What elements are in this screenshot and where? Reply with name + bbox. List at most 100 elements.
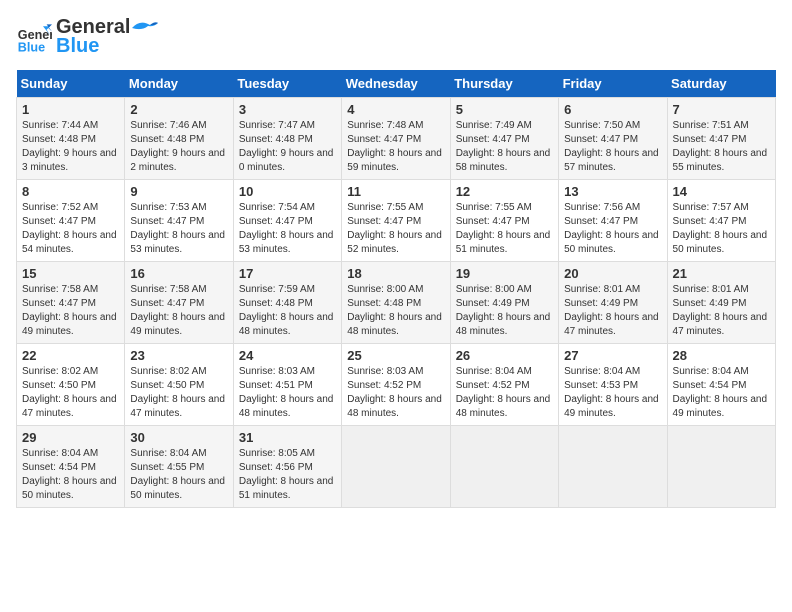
day-number: 20 [564, 266, 661, 281]
day-number: 15 [22, 266, 119, 281]
day-cell: 8 Sunrise: 7:52 AM Sunset: 4:47 PM Dayli… [17, 180, 125, 262]
day-detail: Sunrise: 7:55 AM Sunset: 4:47 PM Dayligh… [347, 201, 444, 257]
week-row-3: 15 Sunrise: 7:58 AM Sunset: 4:47 PM Dayl… [17, 262, 776, 344]
day-number: 13 [564, 184, 661, 199]
day-detail: Sunrise: 8:04 AM Sunset: 4:54 PM Dayligh… [673, 365, 770, 421]
day-detail: Sunrise: 7:54 AM Sunset: 4:47 PM Dayligh… [239, 201, 336, 257]
calendar-table: SundayMondayTuesdayWednesdayThursdayFrid… [16, 70, 776, 508]
day-cell: 15 Sunrise: 7:58 AM Sunset: 4:47 PM Dayl… [17, 262, 125, 344]
day-cell: 28 Sunrise: 8:04 AM Sunset: 4:54 PM Dayl… [667, 344, 775, 426]
logo: General Blue General Blue [16, 16, 160, 58]
day-cell: 2 Sunrise: 7:46 AM Sunset: 4:48 PM Dayli… [125, 98, 233, 180]
day-detail: Sunrise: 7:49 AM Sunset: 4:47 PM Dayligh… [456, 119, 553, 175]
day-header-sunday: Sunday [17, 70, 125, 98]
day-number: 6 [564, 102, 661, 117]
day-number: 28 [673, 348, 770, 363]
day-header-saturday: Saturday [667, 70, 775, 98]
day-detail: Sunrise: 8:00 AM Sunset: 4:48 PM Dayligh… [347, 283, 444, 339]
day-cell: 13 Sunrise: 7:56 AM Sunset: 4:47 PM Dayl… [559, 180, 667, 262]
day-detail: Sunrise: 7:48 AM Sunset: 4:47 PM Dayligh… [347, 119, 444, 175]
day-number: 2 [130, 102, 227, 117]
day-cell: 30 Sunrise: 8:04 AM Sunset: 4:55 PM Dayl… [125, 426, 233, 508]
day-cell [559, 426, 667, 508]
day-number: 3 [239, 102, 336, 117]
day-cell: 20 Sunrise: 8:01 AM Sunset: 4:49 PM Dayl… [559, 262, 667, 344]
page-header: General Blue General Blue [16, 16, 776, 58]
day-number: 9 [130, 184, 227, 199]
day-detail: Sunrise: 8:03 AM Sunset: 4:51 PM Dayligh… [239, 365, 336, 421]
day-detail: Sunrise: 8:04 AM Sunset: 4:53 PM Dayligh… [564, 365, 661, 421]
day-number: 25 [347, 348, 444, 363]
days-header-row: SundayMondayTuesdayWednesdayThursdayFrid… [17, 70, 776, 98]
day-header-thursday: Thursday [450, 70, 558, 98]
day-detail: Sunrise: 8:04 AM Sunset: 4:52 PM Dayligh… [456, 365, 553, 421]
day-number: 19 [456, 266, 553, 281]
day-cell: 31 Sunrise: 8:05 AM Sunset: 4:56 PM Dayl… [233, 426, 341, 508]
day-cell: 10 Sunrise: 7:54 AM Sunset: 4:47 PM Dayl… [233, 180, 341, 262]
day-cell: 4 Sunrise: 7:48 AM Sunset: 4:47 PM Dayli… [342, 98, 450, 180]
day-number: 31 [239, 430, 336, 445]
day-detail: Sunrise: 8:02 AM Sunset: 4:50 PM Dayligh… [130, 365, 227, 421]
day-detail: Sunrise: 7:46 AM Sunset: 4:48 PM Dayligh… [130, 119, 227, 175]
day-detail: Sunrise: 8:00 AM Sunset: 4:49 PM Dayligh… [456, 283, 553, 339]
day-cell: 27 Sunrise: 8:04 AM Sunset: 4:53 PM Dayl… [559, 344, 667, 426]
day-detail: Sunrise: 8:01 AM Sunset: 4:49 PM Dayligh… [673, 283, 770, 339]
day-cell: 11 Sunrise: 7:55 AM Sunset: 4:47 PM Dayl… [342, 180, 450, 262]
day-cell: 9 Sunrise: 7:53 AM Sunset: 4:47 PM Dayli… [125, 180, 233, 262]
day-header-tuesday: Tuesday [233, 70, 341, 98]
day-number: 11 [347, 184, 444, 199]
day-number: 22 [22, 348, 119, 363]
day-cell: 29 Sunrise: 8:04 AM Sunset: 4:54 PM Dayl… [17, 426, 125, 508]
day-detail: Sunrise: 8:04 AM Sunset: 4:54 PM Dayligh… [22, 447, 119, 503]
day-number: 21 [673, 266, 770, 281]
day-detail: Sunrise: 8:02 AM Sunset: 4:50 PM Dayligh… [22, 365, 119, 421]
day-number: 8 [22, 184, 119, 199]
day-cell: 16 Sunrise: 7:58 AM Sunset: 4:47 PM Dayl… [125, 262, 233, 344]
svg-text:Blue: Blue [18, 40, 45, 54]
logo-icon: General Blue [16, 19, 52, 55]
day-cell: 6 Sunrise: 7:50 AM Sunset: 4:47 PM Dayli… [559, 98, 667, 180]
day-cell: 23 Sunrise: 8:02 AM Sunset: 4:50 PM Dayl… [125, 344, 233, 426]
day-cell: 14 Sunrise: 7:57 AM Sunset: 4:47 PM Dayl… [667, 180, 775, 262]
day-header-friday: Friday [559, 70, 667, 98]
day-detail: Sunrise: 7:51 AM Sunset: 4:47 PM Dayligh… [673, 119, 770, 175]
day-number: 27 [564, 348, 661, 363]
day-detail: Sunrise: 8:04 AM Sunset: 4:55 PM Dayligh… [130, 447, 227, 503]
day-cell [450, 426, 558, 508]
day-header-wednesday: Wednesday [342, 70, 450, 98]
week-row-1: 1 Sunrise: 7:44 AM Sunset: 4:48 PM Dayli… [17, 98, 776, 180]
day-detail: Sunrise: 7:53 AM Sunset: 4:47 PM Dayligh… [130, 201, 227, 257]
day-detail: Sunrise: 8:05 AM Sunset: 4:56 PM Dayligh… [239, 447, 336, 503]
week-row-5: 29 Sunrise: 8:04 AM Sunset: 4:54 PM Dayl… [17, 426, 776, 508]
day-cell: 19 Sunrise: 8:00 AM Sunset: 4:49 PM Dayl… [450, 262, 558, 344]
day-cell: 17 Sunrise: 7:59 AM Sunset: 4:48 PM Dayl… [233, 262, 341, 344]
day-detail: Sunrise: 7:44 AM Sunset: 4:48 PM Dayligh… [22, 119, 119, 175]
day-cell: 7 Sunrise: 7:51 AM Sunset: 4:47 PM Dayli… [667, 98, 775, 180]
day-number: 1 [22, 102, 119, 117]
day-cell: 25 Sunrise: 8:03 AM Sunset: 4:52 PM Dayl… [342, 344, 450, 426]
day-cell: 18 Sunrise: 8:00 AM Sunset: 4:48 PM Dayl… [342, 262, 450, 344]
week-row-4: 22 Sunrise: 8:02 AM Sunset: 4:50 PM Dayl… [17, 344, 776, 426]
day-number: 16 [130, 266, 227, 281]
logo-bird [130, 17, 160, 39]
day-number: 29 [22, 430, 119, 445]
day-cell [667, 426, 775, 508]
week-row-2: 8 Sunrise: 7:52 AM Sunset: 4:47 PM Dayli… [17, 180, 776, 262]
day-header-monday: Monday [125, 70, 233, 98]
day-number: 26 [456, 348, 553, 363]
day-cell: 21 Sunrise: 8:01 AM Sunset: 4:49 PM Dayl… [667, 262, 775, 344]
day-detail: Sunrise: 7:55 AM Sunset: 4:47 PM Dayligh… [456, 201, 553, 257]
day-detail: Sunrise: 7:58 AM Sunset: 4:47 PM Dayligh… [130, 283, 227, 339]
day-number: 5 [456, 102, 553, 117]
day-number: 7 [673, 102, 770, 117]
day-detail: Sunrise: 8:01 AM Sunset: 4:49 PM Dayligh… [564, 283, 661, 339]
day-detail: Sunrise: 7:58 AM Sunset: 4:47 PM Dayligh… [22, 283, 119, 339]
day-number: 10 [239, 184, 336, 199]
day-cell: 1 Sunrise: 7:44 AM Sunset: 4:48 PM Dayli… [17, 98, 125, 180]
day-number: 14 [673, 184, 770, 199]
day-number: 17 [239, 266, 336, 281]
day-detail: Sunrise: 7:59 AM Sunset: 4:48 PM Dayligh… [239, 283, 336, 339]
day-cell: 22 Sunrise: 8:02 AM Sunset: 4:50 PM Dayl… [17, 344, 125, 426]
day-detail: Sunrise: 8:03 AM Sunset: 4:52 PM Dayligh… [347, 365, 444, 421]
day-number: 4 [347, 102, 444, 117]
